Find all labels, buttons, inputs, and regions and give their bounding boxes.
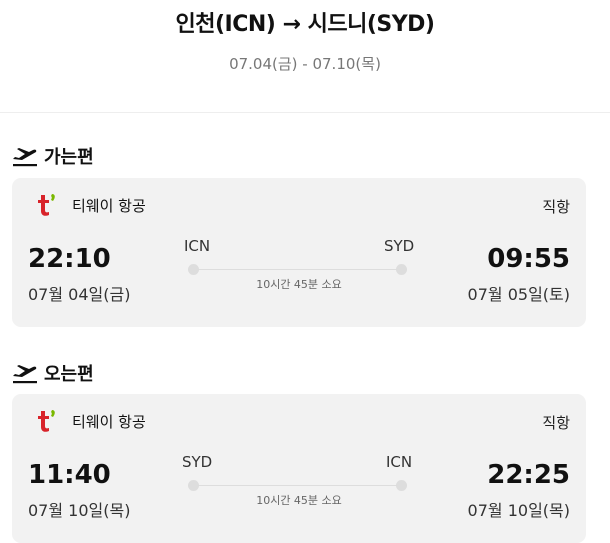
arrival-date: 07월 10일(목) bbox=[467, 501, 570, 520]
airline-info: 티웨이 항공 bbox=[34, 408, 146, 434]
airline-name: 티웨이 항공 bbox=[72, 412, 146, 431]
origin-dot bbox=[188, 480, 199, 491]
origin-dot bbox=[188, 264, 199, 275]
destination-dot bbox=[396, 480, 407, 491]
outbound-title: 가는편 bbox=[44, 147, 94, 168]
plane-departure-icon bbox=[12, 145, 38, 167]
departure-date: 07월 10일(목) bbox=[28, 501, 131, 520]
destination-code: ICN bbox=[385, 453, 413, 471]
direct-flight-badge: 직항 bbox=[542, 414, 570, 432]
origin-code: ICN bbox=[183, 237, 211, 255]
route-title: 인천(ICN) → 시드니(SYD) bbox=[175, 12, 435, 37]
departure-time: 22:10 bbox=[28, 244, 111, 274]
tway-logo-icon bbox=[34, 192, 60, 218]
inbound-title: 오는편 bbox=[44, 364, 94, 385]
destination-code: SYD bbox=[384, 237, 415, 255]
route-line bbox=[196, 485, 402, 486]
outbound-header: 가는편 bbox=[12, 143, 94, 169]
airline-info: 티웨이 항공 bbox=[34, 192, 146, 218]
inbound-flight-card[interactable]: 티웨이 항공 직항 11:40 07월 10일(목) SYD ICN 10시간 … bbox=[12, 394, 586, 543]
direct-flight-badge: 직항 bbox=[542, 198, 570, 216]
airline-name: 티웨이 항공 bbox=[72, 196, 146, 215]
trip-header: 인천(ICN) → 시드니(SYD) 07.04(금) - 07.10(목) bbox=[0, 0, 610, 113]
flight-duration: 10시간 45분 소요 bbox=[256, 278, 342, 291]
departure-date: 07월 04일(금) bbox=[28, 285, 131, 304]
destination-dot bbox=[396, 264, 407, 275]
route-line bbox=[196, 269, 402, 270]
tway-logo-icon bbox=[34, 408, 60, 434]
departure-time: 11:40 bbox=[28, 460, 111, 490]
origin-code: SYD bbox=[182, 453, 213, 471]
flight-duration: 10시간 45분 소요 bbox=[256, 494, 342, 507]
plane-departure-icon bbox=[12, 362, 38, 384]
arrival-time: 22:25 bbox=[487, 460, 570, 490]
inbound-header: 오는편 bbox=[12, 360, 94, 386]
trip-dates: 07.04(금) - 07.10(목) bbox=[229, 55, 381, 73]
outbound-flight-card[interactable]: 티웨이 항공 직항 22:10 07월 04일(금) ICN SYD 10시간 … bbox=[12, 178, 586, 327]
arrival-time: 09:55 bbox=[487, 244, 570, 274]
arrival-date: 07월 05일(토) bbox=[467, 285, 570, 304]
